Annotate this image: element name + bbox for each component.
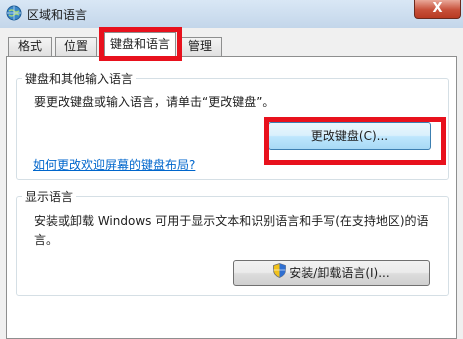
uac-shield-icon [273,262,287,286]
globe-icon [6,5,22,21]
title-bar: 区域和语言 X [0,0,463,28]
display-language-description-line1: 安装或卸载 Windows 可用于显示文本和识别语言和手写(在支持地区)的语 [34,214,429,228]
keyboard-description: 要更改键盘或输入语言，请单击“更改键盘”。 [34,95,275,109]
change-keyboards-button[interactable]: 更改键盘(C)... [268,122,431,150]
keyboard-group-title: 键盘和其他输入语言 [22,70,137,87]
tab-location[interactable]: 位置 [55,37,97,56]
close-button[interactable]: X [414,0,461,19]
install-uninstall-languages-button[interactable]: 安装/卸载语言(I)... [233,260,430,286]
tab-formats[interactable]: 格式 [8,37,52,56]
install-button-label: 安装/卸载语言(I)... [289,266,390,280]
tab-keyboards-and-languages[interactable]: 键盘和语言 [104,32,176,57]
welcome-screen-keyboard-link[interactable]: 如何更改欢迎屏幕的键盘布局? [33,156,195,173]
tab-administrative[interactable]: 管理 [178,37,222,56]
window-title: 区域和语言 [27,8,88,22]
display-language-description-line2: 言。 [34,233,59,247]
display-language-title: 显示语言 [22,188,77,205]
close-icon: X [432,1,443,16]
